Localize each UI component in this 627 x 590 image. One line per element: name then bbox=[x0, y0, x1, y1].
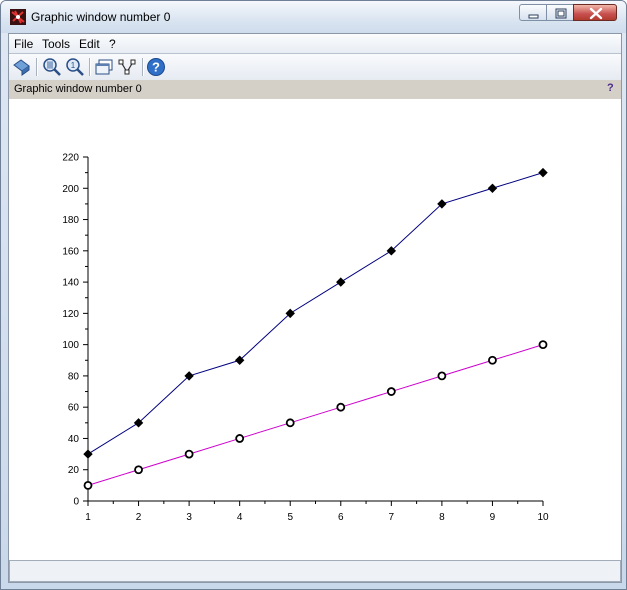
data-point-circle bbox=[83, 480, 93, 490]
info-help-button[interactable]: ? bbox=[607, 82, 614, 94]
y-tick-label: 0 bbox=[73, 497, 79, 508]
x-tick-label: 7 bbox=[389, 512, 395, 523]
x-tick-label: 1 bbox=[85, 512, 91, 523]
y-tick-label: 220 bbox=[62, 153, 79, 164]
y-tick-label: 100 bbox=[62, 340, 79, 351]
data-point-diamond bbox=[336, 277, 346, 287]
data-point-diamond bbox=[538, 167, 548, 178]
y-tick-label: 20 bbox=[68, 465, 80, 476]
data-point-diamond bbox=[487, 183, 498, 193]
rotate-button[interactable] bbox=[12, 57, 32, 77]
new-window-button[interactable] bbox=[94, 57, 114, 77]
graphic-window: Graphic window number 0 File Tools Edit … bbox=[0, 0, 627, 590]
svg-text:1: 1 bbox=[71, 61, 76, 70]
data-point-circle bbox=[437, 371, 447, 381]
series-line bbox=[87, 172, 544, 455]
zoom-button[interactable] bbox=[42, 57, 62, 77]
zoom-icon bbox=[43, 58, 61, 76]
x-tick-label: 5 bbox=[287, 512, 293, 523]
window-client-area: File Tools Edit ? 1 ? Graphic window num… bbox=[8, 33, 622, 583]
x-tick-label: 9 bbox=[490, 512, 496, 523]
graphics-canvas[interactable]: 0 20 40 60 80 100 120 140 160 180 200 220 1 2 3 4 5 6 7 8 9 1… bbox=[9, 99, 621, 560]
svg-text:?: ? bbox=[152, 60, 160, 75]
menu-bar: File Tools Edit ? bbox=[9, 34, 621, 54]
datatip-button[interactable] bbox=[117, 57, 137, 77]
new-window-icon bbox=[95, 59, 113, 75]
toolbar-separator bbox=[142, 58, 143, 76]
line-chart: 0 20 40 60 80 100 120 140 160 180 200 220 1 2 3 4 5 6 7 8 9 1… bbox=[62, 153, 549, 524]
x-tick-label: 6 bbox=[338, 512, 344, 523]
toolbar: 1 ? bbox=[9, 54, 621, 80]
data-point-circle bbox=[285, 418, 295, 428]
y-tick-label: 40 bbox=[68, 434, 80, 445]
data-point-circle bbox=[235, 434, 245, 443]
x-tick-label: 4 bbox=[237, 512, 243, 523]
data-point-circle bbox=[386, 387, 396, 396]
minimize-button[interactable] bbox=[519, 4, 547, 21]
info-bar: Graphic window number 0 ? bbox=[9, 80, 621, 99]
maximize-button[interactable] bbox=[546, 4, 574, 21]
y-tick-label: 60 bbox=[68, 403, 80, 414]
menu-tools[interactable]: Tools bbox=[42, 37, 70, 51]
data-point-circle bbox=[488, 355, 497, 365]
y-tick-label: 120 bbox=[62, 309, 79, 320]
x-tick-label: 10 bbox=[537, 512, 549, 523]
title-bar[interactable]: Graphic window number 0 bbox=[1, 1, 626, 33]
data-point-circle bbox=[538, 340, 548, 350]
toolbar-separator bbox=[89, 58, 90, 76]
y-tick-label: 80 bbox=[68, 371, 80, 382]
status-bar bbox=[9, 560, 621, 582]
datatip-icon bbox=[118, 59, 136, 75]
y-tick-label: 160 bbox=[62, 246, 79, 257]
scilab-app-icon bbox=[10, 9, 26, 25]
y-tick-label: 180 bbox=[62, 215, 79, 226]
close-button[interactable] bbox=[573, 4, 617, 21]
maximize-icon bbox=[555, 8, 567, 19]
minimize-icon bbox=[528, 14, 539, 19]
x-tick-label: 3 bbox=[186, 512, 192, 523]
data-point-circle bbox=[184, 449, 194, 459]
menu-help[interactable]: ? bbox=[109, 37, 116, 51]
menu-file[interactable]: File bbox=[14, 37, 33, 51]
y-tick-label: 140 bbox=[62, 278, 79, 289]
menu-edit[interactable]: Edit bbox=[79, 37, 100, 51]
window-title: Graphic window number 0 bbox=[31, 10, 171, 24]
info-bar-text: Graphic window number 0 bbox=[14, 83, 142, 95]
close-icon bbox=[589, 7, 603, 20]
unzoom-button[interactable]: 1 bbox=[65, 57, 85, 77]
data-point-circle bbox=[336, 402, 346, 412]
x-tick-label: 8 bbox=[439, 512, 445, 523]
unzoom-icon: 1 bbox=[66, 58, 84, 76]
help-button[interactable]: ? bbox=[146, 57, 166, 77]
x-tick-label: 2 bbox=[136, 512, 142, 523]
toolbar-separator bbox=[36, 58, 37, 76]
data-point-diamond bbox=[83, 449, 93, 459]
rotate-icon bbox=[13, 59, 30, 76]
data-point-circle bbox=[134, 465, 143, 475]
series-line bbox=[87, 344, 544, 486]
y-tick-label: 200 bbox=[62, 184, 79, 195]
help-icon: ? bbox=[147, 58, 165, 76]
